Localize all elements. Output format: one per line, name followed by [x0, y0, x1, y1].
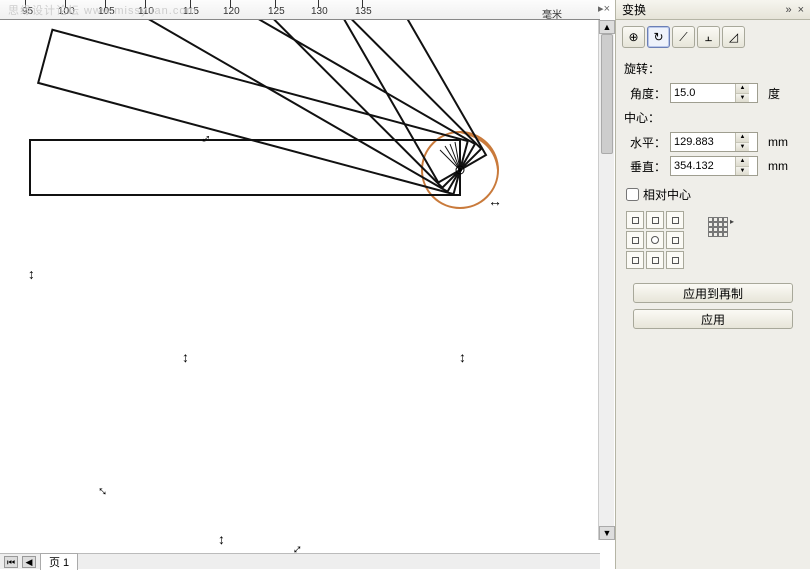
mode-size-button[interactable]: ⫠ [697, 26, 720, 48]
svg-text:↕: ↕ [182, 349, 189, 365]
scroll-up-icon[interactable]: ▲ [599, 20, 615, 34]
h-up-icon[interactable]: ▲ [736, 133, 749, 143]
status-bar: ⏮ ◀ 页 1 [0, 553, 600, 569]
center-section-title: 中心： [616, 105, 810, 130]
vertical-input[interactable]: ▲▼ [670, 156, 758, 176]
v-down-icon[interactable]: ▼ [736, 167, 749, 176]
relative-center-checkbox[interactable] [626, 188, 639, 201]
svg-text:↕: ↕ [459, 349, 466, 365]
mode-position-button[interactable]: ⊕ [622, 26, 645, 48]
anchor-grid[interactable] [626, 211, 684, 269]
mode-skew-button[interactable]: ◿ [722, 26, 745, 48]
scroll-thumb[interactable] [601, 34, 613, 154]
drawing-canvas[interactable]: ↔ ↔ ↔ ↕ ↕ ↔ ↕ ↔ [0, 20, 600, 569]
transform-mode-toolbar: ⊕ ↻ ⟋ ⫠ ◿ [616, 20, 810, 56]
v-up-icon[interactable]: ▲ [736, 157, 749, 167]
anchor-bc[interactable] [646, 251, 664, 269]
vertical-label: 垂直： [624, 158, 666, 175]
angle-label: 角度： [624, 85, 666, 102]
anchor-mr[interactable] [666, 231, 684, 249]
page-prev-button[interactable]: ◀ [22, 556, 36, 568]
angle-unit: 度 [762, 85, 780, 102]
svg-text:↔: ↔ [488, 193, 502, 209]
angle-field[interactable] [671, 87, 735, 99]
panel-title: 变换 [622, 1, 646, 18]
anchor-tl[interactable] [626, 211, 644, 229]
scroll-down-icon[interactable]: ▼ [599, 526, 615, 540]
svg-text:↔: ↔ [26, 268, 42, 282]
horizontal-field[interactable] [671, 136, 735, 148]
panel-header: 变换 » × [616, 0, 810, 20]
horizontal-label: 水平： [624, 134, 666, 151]
page-tab[interactable]: 页 1 [40, 553, 78, 570]
panel-close-icon[interactable]: × [798, 4, 804, 16]
anchor-bl[interactable] [626, 251, 644, 269]
svg-text:↕: ↕ [218, 531, 225, 547]
canvas-scrollbar-vertical[interactable]: ▲ ▼ [598, 20, 614, 540]
angle-up-icon[interactable]: ▲ [736, 84, 749, 94]
vertical-unit: mm [762, 159, 788, 173]
anchor-tc[interactable] [646, 211, 664, 229]
h-down-icon[interactable]: ▼ [736, 143, 749, 152]
relative-center-label: 相对中心 [643, 186, 691, 203]
angle-input[interactable]: ▲▼ [670, 83, 758, 103]
rotate-section-title: 旋转： [616, 56, 810, 81]
apply-duplicate-button[interactable]: 应用到再制 [633, 283, 793, 303]
anchor-preset-button[interactable]: ▸ [708, 211, 734, 237]
anchor-center[interactable] [646, 231, 664, 249]
horizontal-unit: mm [762, 135, 788, 149]
anchor-tr[interactable] [666, 211, 684, 229]
vertical-field[interactable] [671, 160, 735, 172]
mode-rotate-button[interactable]: ↻ [647, 26, 670, 48]
svg-text:↔: ↔ [94, 479, 115, 500]
apply-button[interactable]: 应用 [633, 309, 793, 329]
anchor-ml[interactable] [626, 231, 644, 249]
horizontal-input[interactable]: ▲▼ [670, 132, 758, 152]
panel-collapse-icon[interactable]: » [785, 4, 791, 16]
angle-down-icon[interactable]: ▼ [736, 94, 749, 103]
transform-docker: 变换 » × ⊕ ↻ ⟋ ⫠ ◿ 旋转： 角度： ▲▼ 度 中心： 水平： ▲▼… [615, 0, 810, 569]
mode-scale-button[interactable]: ⟋ [672, 26, 695, 48]
ruler-horizontal: 95 100 105 110 115 120 125 130 135 毫米 [0, 0, 600, 20]
page-first-button[interactable]: ⏮ [4, 556, 18, 568]
anchor-br[interactable] [666, 251, 684, 269]
ruler-menu-icon[interactable]: ▸× [598, 2, 610, 15]
